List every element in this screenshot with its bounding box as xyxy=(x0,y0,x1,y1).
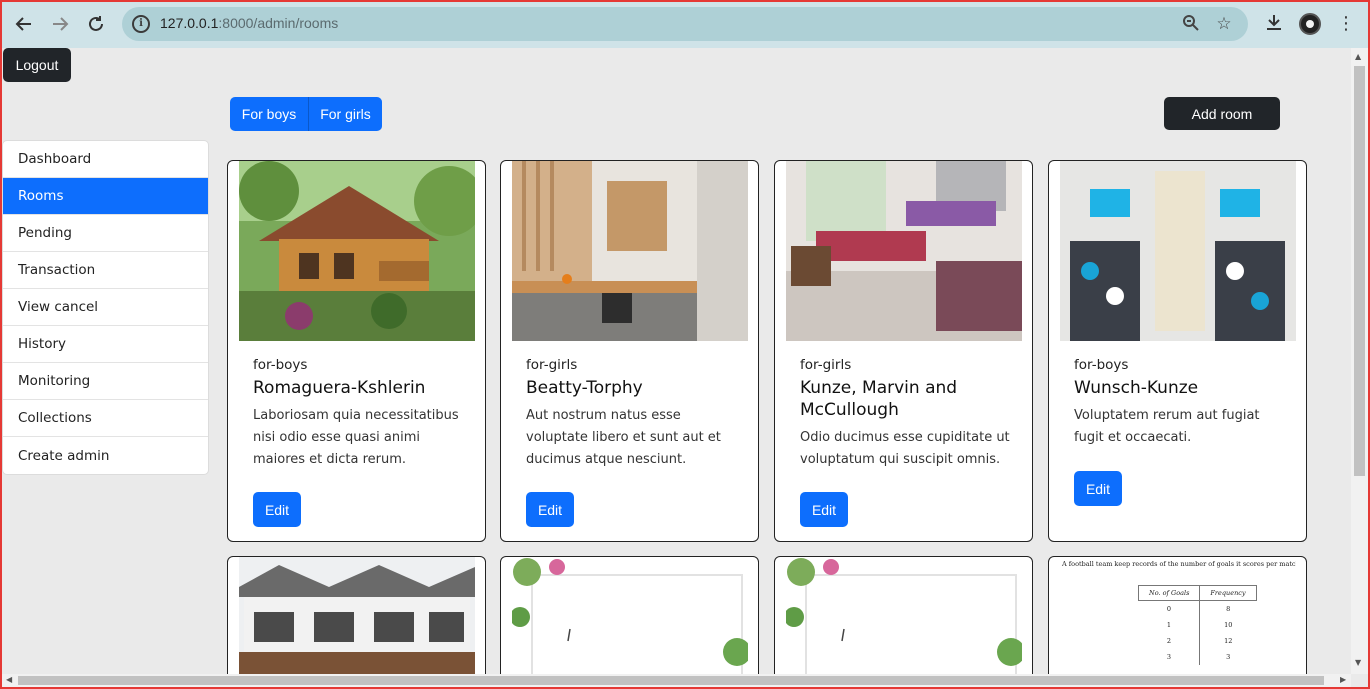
sidebar-item-create-admin[interactable]: Create admin xyxy=(3,437,208,474)
room-image-floral-frame xyxy=(786,557,1022,677)
goals-table-cell: 8 xyxy=(1226,605,1231,613)
sidebar-item-dashboard[interactable]: Dashboard xyxy=(3,141,208,178)
edit-room-button[interactable]: Edit xyxy=(253,492,301,527)
room-card: for-boys Romaguera-Kshlerin Laboriosam q… xyxy=(227,160,486,542)
horizontal-scrollbar[interactable]: ◀ ▶ xyxy=(2,674,1351,687)
room-title: Romaguera-Kshlerin xyxy=(253,378,426,398)
room-description: Laboriosam quia necessitatibus nisi odio… xyxy=(253,408,459,467)
room-image-dorm-beds xyxy=(1060,161,1296,341)
url-path: :8000/admin/rooms xyxy=(218,15,339,31)
download-icon[interactable] xyxy=(1263,13,1285,35)
vertical-scroll-thumb[interactable] xyxy=(1354,66,1365,476)
edit-room-button[interactable]: Edit xyxy=(1074,471,1122,506)
filter-boys-button[interactable]: For boys xyxy=(230,97,308,131)
forward-arrow-icon[interactable] xyxy=(48,12,72,36)
filter-girls-button[interactable]: For girls xyxy=(308,97,382,131)
room-card: for-boys Wunsch-Kunze Voluptatem rerum a… xyxy=(1048,160,1307,542)
scroll-right-arrow-icon[interactable]: ▶ xyxy=(1340,675,1346,684)
site-info-icon[interactable]: i xyxy=(132,15,150,33)
room-title: Kunze, Marvin and McCullough xyxy=(800,378,958,420)
goals-table-cell: 1 xyxy=(1138,617,1201,633)
horizontal-scroll-thumb[interactable] xyxy=(18,676,1324,685)
room-card: for-girls Beatty-Torphy Aut nostrum natu… xyxy=(500,160,759,542)
edit-room-button[interactable]: Edit xyxy=(526,492,574,527)
goals-table-cell: 10 xyxy=(1224,621,1233,629)
sidebar-item-transaction[interactable]: Transaction xyxy=(3,252,208,289)
sidebar-item-pending[interactable]: Pending xyxy=(3,215,208,252)
room-card xyxy=(500,556,759,689)
goals-table: No. of Goals Frequency 0 8 1 10 2 12 3 3 xyxy=(1137,585,1257,665)
goals-table-caption: A football team keep records of the numb… xyxy=(1062,560,1296,568)
room-description: Odio ducimus esse cupiditate ut voluptat… xyxy=(800,430,1010,467)
room-image-kitchen xyxy=(512,161,748,341)
room-filter-group: For boys For girls xyxy=(230,97,382,131)
edit-room-button[interactable]: Edit xyxy=(800,492,848,527)
back-arrow-icon[interactable] xyxy=(12,12,36,36)
logout-button[interactable]: Logout xyxy=(3,48,71,82)
room-card xyxy=(227,556,486,689)
vertical-scrollbar[interactable]: ▲ ▼ xyxy=(1351,48,1368,674)
room-card xyxy=(774,556,1033,689)
profile-avatar[interactable] xyxy=(1299,13,1321,35)
sidebar-item-monitoring[interactable]: Monitoring xyxy=(3,363,208,400)
room-card: for-girls Kunze, Marvin and McCullough O… xyxy=(774,160,1033,542)
add-room-button[interactable]: Add room xyxy=(1164,97,1280,130)
room-title: Beatty-Torphy xyxy=(526,378,643,398)
goals-table-cell: 2 xyxy=(1138,633,1201,649)
room-image-goals-table: A football team keep records of the numb… xyxy=(1060,557,1296,677)
goals-table-cell: 3 xyxy=(1226,653,1231,661)
goals-table-cell: 12 xyxy=(1224,637,1233,645)
scroll-left-arrow-icon[interactable]: ◀ xyxy=(6,675,12,684)
zoom-icon[interactable] xyxy=(1181,14,1201,34)
address-bar[interactable]: i 127.0.0.1:8000/admin/rooms ☆ xyxy=(122,7,1248,41)
sidebar-item-history[interactable]: History xyxy=(3,326,208,363)
room-category: for-girls xyxy=(800,357,852,373)
sidebar-item-view-cancel[interactable]: View cancel xyxy=(3,289,208,326)
room-category: for-girls xyxy=(526,357,578,373)
room-category: for-boys xyxy=(253,357,308,373)
goals-table-header: Frequency xyxy=(1199,585,1257,601)
browser-toolbar: i 127.0.0.1:8000/admin/rooms ☆ ⋮ xyxy=(0,0,1370,48)
reload-icon[interactable] xyxy=(84,12,108,36)
sidebar-item-collections[interactable]: Collections xyxy=(3,400,208,437)
url-host: 127.0.0.1 xyxy=(160,15,219,31)
room-image-floral-frame xyxy=(512,557,748,677)
sidebar-nav: Dashboard Rooms Pending Transaction View… xyxy=(2,140,209,475)
room-description: Voluptatem rerum aut fugiat fugit et occ… xyxy=(1074,408,1260,445)
room-description: Aut nostrum natus esse voluptate libero … xyxy=(526,408,721,467)
scroll-up-arrow-icon[interactable]: ▲ xyxy=(1355,52,1361,61)
room-image-wooden-house xyxy=(239,161,475,341)
goals-table-cell: 3 xyxy=(1138,649,1201,665)
goals-table-cell: 0 xyxy=(1138,600,1201,617)
room-title: Wunsch-Kunze xyxy=(1074,378,1199,398)
scroll-down-arrow-icon[interactable]: ▼ xyxy=(1355,658,1361,667)
kebab-menu-icon[interactable]: ⋮ xyxy=(1335,13,1357,35)
room-image-townhouse xyxy=(239,557,475,677)
room-image-bunk-room xyxy=(786,161,1022,341)
room-category: for-boys xyxy=(1074,357,1129,373)
url-text[interactable]: 127.0.0.1:8000/admin/rooms xyxy=(160,15,338,31)
sidebar-item-rooms[interactable]: Rooms xyxy=(3,178,208,215)
bookmark-star-icon[interactable]: ☆ xyxy=(1214,14,1234,34)
goals-table-header: No. of Goals xyxy=(1137,585,1201,601)
room-card: A football team keep records of the numb… xyxy=(1048,556,1307,689)
